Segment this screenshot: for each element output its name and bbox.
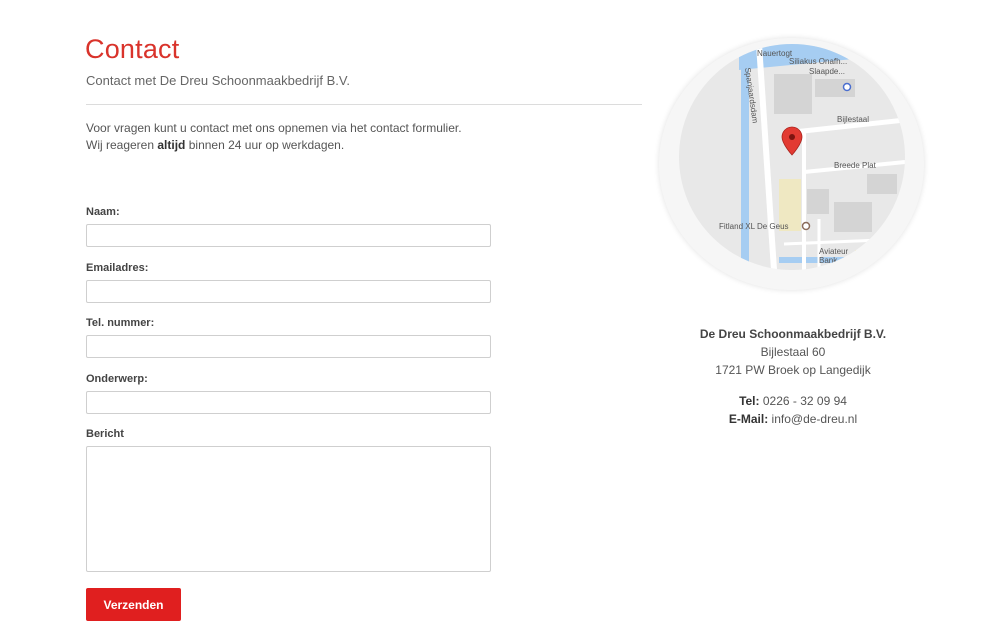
address-street: Bijlestaal 60: [760, 345, 826, 359]
message-label: Bericht: [86, 428, 124, 440]
email-label-text: E-Mail:: [728, 412, 769, 426]
map-building: [774, 74, 812, 114]
address-city: 1721 PW Broek op Langedijk: [715, 363, 871, 377]
location-map[interactable]: Nauertogt Siliakus Onafh... Slaapde... S…: [679, 44, 905, 270]
email-input[interactable]: [86, 280, 491, 303]
subject-label: Onderwerp:: [86, 373, 148, 385]
divider: [86, 104, 642, 105]
contact-details: De Dreu Schoonmaakbedrijf B.V. Bijlestaa…: [680, 325, 906, 428]
map-label-siliakus: Siliakus Onafh...: [789, 57, 847, 66]
page-subtitle: Contact met De Dreu Schoonmaakbedrijf B.…: [86, 73, 350, 88]
page-title: Contact: [85, 34, 180, 64]
intro-line-2-suffix: binnen 24 uur op werkdagen.: [185, 138, 345, 152]
map-label-aviateur: Aviateur: [819, 247, 849, 256]
map-building: [807, 189, 829, 214]
phone-input[interactable]: [86, 335, 491, 358]
phone-number: 0226 - 32 09 94: [762, 394, 847, 408]
name-label: Naam:: [86, 206, 120, 218]
submit-button[interactable]: Verzenden: [86, 588, 181, 621]
intro-line-2-prefix: Wij reageren: [86, 138, 158, 152]
map-building: [867, 174, 897, 194]
intro-line-2: Wij reageren altijd binnen 24 uur op wer…: [86, 137, 462, 154]
message-textarea[interactable]: [86, 446, 491, 572]
map-label-breede-plat: Breede Plat: [834, 161, 877, 170]
map-label-fitland: Fitland XL De Geus: [719, 222, 789, 231]
map-label-bijlestaal: Bijlestaal: [837, 115, 869, 124]
phone-line: Tel: 0226 - 32 09 94: [680, 392, 906, 410]
intro-line-1: Voor vragen kunt u contact met ons opnem…: [86, 121, 462, 135]
phone-label-text: Tel:: [739, 394, 760, 408]
map-building: [834, 202, 872, 232]
map-label-nauertogt: Nauertogt: [757, 49, 793, 58]
map-poi-icon: [801, 221, 811, 231]
email-label: Emailadres:: [86, 262, 149, 274]
intro-line-2-bold: altijd: [157, 138, 186, 152]
map-label-slaapde: Slaapde...: [809, 67, 845, 76]
intro-text: Voor vragen kunt u contact met ons opnem…: [86, 120, 462, 154]
name-input[interactable]: [86, 224, 491, 247]
email-line: E-Mail: info@de-dreu.nl: [680, 410, 906, 428]
phone-label: Tel. nummer:: [86, 317, 155, 329]
map-poi-icon: [842, 82, 852, 92]
email-address[interactable]: info@de-dreu.nl: [772, 412, 858, 426]
company-name: De Dreu Schoonmaakbedrijf B.V.: [699, 327, 887, 341]
subject-input[interactable]: [86, 391, 491, 414]
